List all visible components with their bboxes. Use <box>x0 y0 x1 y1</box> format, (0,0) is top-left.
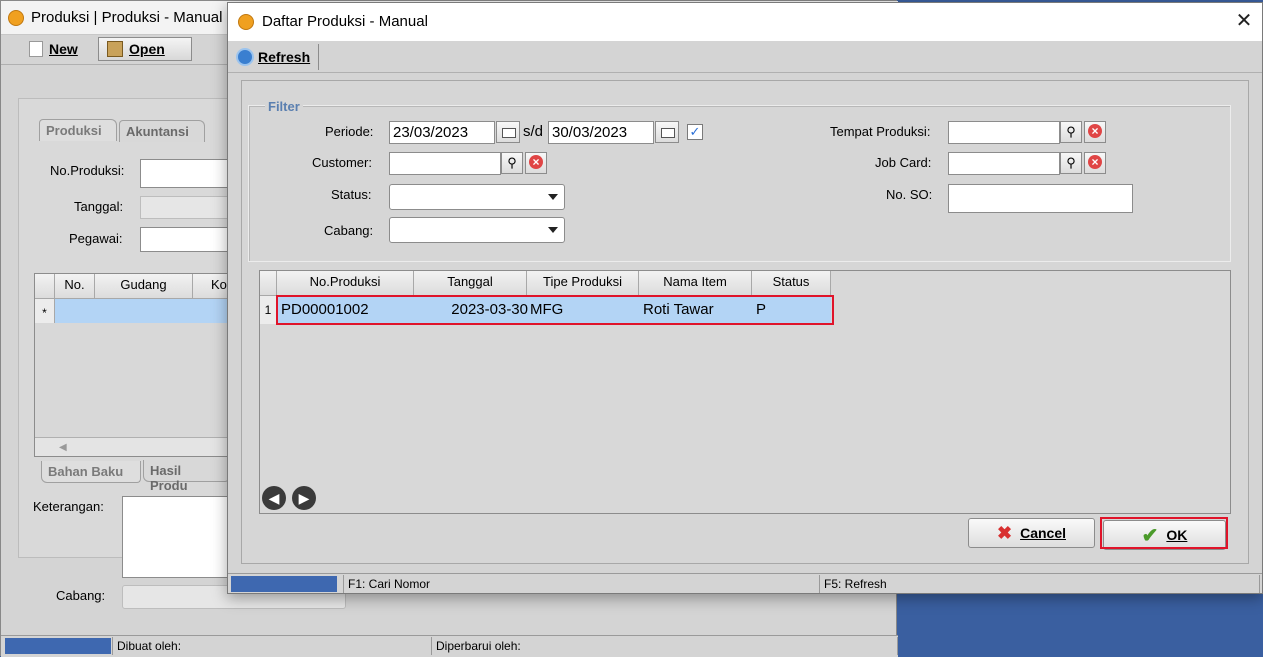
tempat-produksi-search-icon[interactable]: ⚲ <box>1060 121 1082 143</box>
job-card-search-icon[interactable]: ⚲ <box>1060 152 1082 174</box>
tab-produksi[interactable]: Produksi <box>39 119 117 141</box>
open-button[interactable]: Open <box>98 37 192 61</box>
status-hint-f1: F1: Cari Nomor <box>343 575 820 593</box>
dialog-title: Daftar Produksi - Manual <box>262 13 428 30</box>
grid-header-tanggal[interactable]: Tanggal <box>414 271 527 296</box>
status-label: Status: <box>331 187 372 202</box>
customer-search-icon[interactable]: ⚲ <box>501 152 523 174</box>
no-produksi-label: No.Produksi: <box>50 163 125 178</box>
job-card-label: Job Card: <box>875 155 932 170</box>
row-number: 1 <box>260 296 277 324</box>
dialog-toolbar: Refresh <box>228 41 1262 73</box>
status-progress-segment <box>5 638 111 654</box>
no-so-label: No. SO: <box>886 187 933 202</box>
dialog-status-bar: F1: Cari Nomor F5: Refresh <box>228 573 1262 593</box>
refresh-button[interactable]: Refresh <box>232 44 320 70</box>
cabang-combo[interactable] <box>389 217 565 243</box>
grid-header-nama-item[interactable]: Nama Item <box>639 271 752 296</box>
prev-page-icon[interactable]: ◀ <box>262 486 286 510</box>
tab-bahan-baku[interactable]: Bahan Baku <box>41 461 141 483</box>
periode-to-input[interactable]: 30/03/2023 <box>548 121 654 144</box>
app-icon <box>238 14 254 30</box>
cabang-label: Cabang: <box>56 588 106 603</box>
open-button-label: Open <box>129 41 165 57</box>
new-button[interactable]: New <box>21 37 91 61</box>
grid-header-kode: Ko <box>193 274 231 299</box>
calendar-from-icon[interactable] <box>496 121 520 143</box>
grid-header-tipe-produksi[interactable]: Tipe Produksi <box>527 271 639 296</box>
open-door-icon <box>107 41 123 57</box>
periode-label: Periode: <box>325 124 374 139</box>
background-status-bar: Dibuat oleh: Diperbarui oleh: <box>1 635 898 657</box>
horizontal-scrollbar[interactable]: ◀ <box>35 437 231 456</box>
tab-akuntansi[interactable]: Akuntansi <box>119 120 205 142</box>
pegawai-label: Pegawai: <box>69 231 123 246</box>
customer-clear-icon[interactable] <box>525 152 547 174</box>
highlight-box-ok <box>1100 517 1228 549</box>
produksi-grid: No.Produksi Tanggal Tipe Produksi Nama I… <box>259 270 1231 514</box>
keterangan-label: Keterangan: <box>33 499 104 514</box>
background-window-title: Produksi | Produksi - Manual <box>31 9 223 26</box>
next-page-icon[interactable]: ▶ <box>292 486 316 510</box>
no-so-input[interactable] <box>948 184 1133 213</box>
tempat-produksi-label: Tempat Produksi: <box>830 124 931 139</box>
grid-header-gudang: Gudang <box>95 274 193 299</box>
filter-legend: Filter <box>265 99 303 114</box>
cancel-button-label: Cancel <box>1020 525 1066 541</box>
keterangan-field[interactable] <box>122 496 230 578</box>
tanggal-label: Tanggal: <box>74 199 124 214</box>
periode-from-input[interactable]: 23/03/2023 <box>389 121 495 144</box>
grid-header-no: No. <box>55 274 95 299</box>
dibuat-oleh-label: Dibuat oleh: <box>112 637 432 655</box>
refresh-button-label: Refresh <box>258 49 311 65</box>
job-card-clear-icon[interactable] <box>1084 152 1106 174</box>
close-icon[interactable]: ✕ <box>1234 11 1254 31</box>
new-button-label: New <box>49 41 78 57</box>
refresh-icon <box>236 48 254 66</box>
cancel-button[interactable]: ✖ Cancel <box>968 518 1095 548</box>
highlight-box-row <box>276 295 834 325</box>
new-document-icon <box>29 41 43 57</box>
tab-hasil-produksi[interactable]: Hasil Produ <box>143 460 229 493</box>
customer-label: Customer: <box>312 155 372 170</box>
tempat-produksi-clear-icon[interactable] <box>1084 121 1106 143</box>
calendar-to-icon[interactable] <box>655 121 679 143</box>
job-card-input[interactable] <box>948 152 1060 175</box>
pegawai-field[interactable] <box>140 227 230 252</box>
diperbarui-oleh-label: Diperbarui oleh: <box>432 637 898 655</box>
cancel-x-icon: ✖ <box>996 522 1013 543</box>
periode-checkbox[interactable]: ✓ <box>687 124 703 140</box>
app-icon <box>8 10 24 26</box>
status-combo[interactable] <box>389 184 565 210</box>
status-hint-f5: F5: Refresh <box>820 575 1260 593</box>
sd-label: s/d <box>523 123 544 140</box>
no-produksi-field[interactable] <box>140 159 230 188</box>
status-progress-segment <box>231 576 337 592</box>
scroll-left-icon[interactable]: ◀ <box>59 442 67 453</box>
grid-header-no-produksi[interactable]: No.Produksi <box>277 271 414 296</box>
daftar-produksi-dialog: Daftar Produksi - Manual ✕ Refresh Filte… <box>227 2 1263 594</box>
detail-grid: No. Gudang Ko * ◀ <box>34 273 231 457</box>
dialog-titlebar: Daftar Produksi - Manual ✕ <box>228 3 1262 41</box>
new-row-marker: * <box>35 299 55 323</box>
customer-input[interactable] <box>389 152 501 175</box>
tempat-produksi-input[interactable] <box>948 121 1060 144</box>
cabang-filter-label: Cabang: <box>324 223 374 238</box>
new-row[interactable] <box>55 299 231 323</box>
grid-header-status[interactable]: Status <box>752 271 831 296</box>
tanggal-field[interactable] <box>140 196 230 219</box>
